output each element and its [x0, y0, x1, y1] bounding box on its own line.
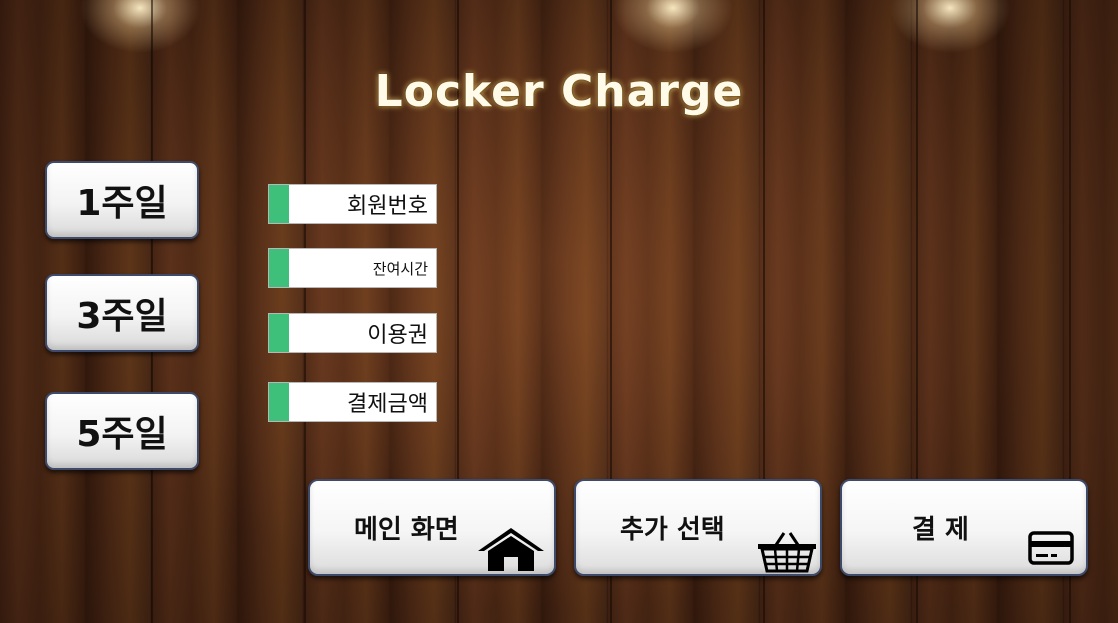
basket-icon [758, 532, 816, 573]
main-screen-label: 메인 화면 [354, 515, 459, 545]
payment-amount-label: 결제금액 [347, 392, 428, 417]
add-selection-label: 추가 선택 [620, 515, 725, 545]
field-accent [269, 314, 289, 352]
duration-1-week-button[interactable]: 1주일 [45, 161, 199, 239]
payment-amount-field: 결제금액 [268, 382, 437, 422]
ticket-label: 이용권 [367, 323, 428, 348]
ticket-field: 이용권 [268, 313, 437, 353]
main-screen-button[interactable]: 메인 화면 [308, 479, 556, 576]
field-accent [269, 185, 289, 223]
add-selection-button[interactable]: 추가 선택 [574, 479, 822, 576]
member-number-field: 회원번호 [268, 184, 437, 224]
page-title: Locker Charge [374, 66, 744, 117]
member-number-label: 회원번호 [347, 194, 428, 219]
payment-label: 결 제 [912, 515, 969, 545]
duration-5-weeks-button[interactable]: 5주일 [45, 392, 199, 470]
payment-button[interactable]: 결 제 [840, 479, 1088, 576]
home-icon [478, 528, 544, 571]
field-accent [269, 249, 289, 287]
credit-card-icon [1028, 531, 1074, 565]
duration-3-weeks-button[interactable]: 3주일 [45, 274, 199, 352]
field-accent [269, 383, 289, 421]
remaining-time-label: 잔여시간 [372, 259, 428, 278]
remaining-time-field: 잔여시간 [268, 248, 437, 288]
